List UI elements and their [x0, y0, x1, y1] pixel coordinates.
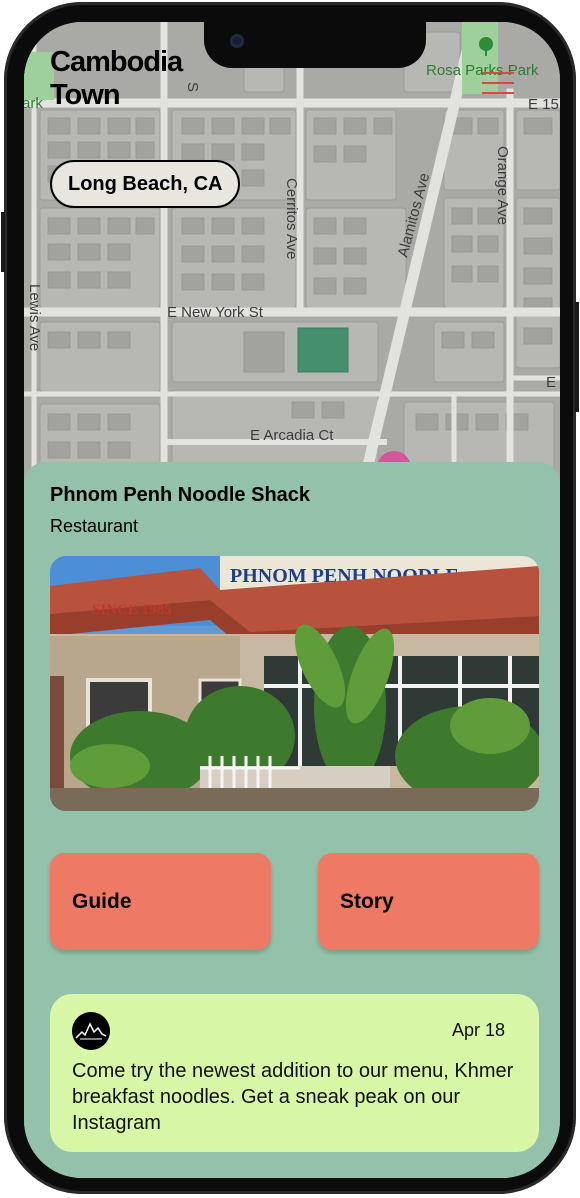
place-category: Restaurant	[50, 516, 139, 536]
notch	[204, 22, 426, 68]
map-label-lewis: Lewis Ave	[26, 284, 43, 351]
map-label-e15: E 15	[528, 96, 559, 113]
side-button	[575, 302, 579, 412]
map-label-new-york: E New York St	[167, 304, 264, 321]
post-card[interactable]: Apr 18 Come try the newest addition to o…	[50, 994, 539, 1152]
side-button	[1, 212, 5, 272]
avatar	[72, 1012, 110, 1050]
map-label-edge-e: E	[546, 374, 556, 391]
location-pill[interactable]: Long Beach, CA	[50, 160, 241, 208]
place-photo[interactable]: PHNOM PENH NOODLE SINCE 1985	[50, 556, 539, 811]
map-label-cerritos: Cerritos Ave	[283, 178, 300, 259]
place-name: Phnom Penh Noodle Shack	[50, 484, 311, 506]
map-label-orange: Orange Ave	[494, 146, 511, 225]
phone-frame: Rosa Parks Park ark E 15 Cerritos Ave Al…	[1, 2, 579, 1194]
guide-button[interactable]: Guide	[50, 853, 271, 950]
map-label-arcadia: E Arcadia Ct	[250, 427, 334, 444]
post-date: Apr 18	[451, 1020, 505, 1040]
photo-since-text: SINCE 1985	[92, 602, 172, 618]
map-label-park-left: ark	[24, 95, 43, 112]
camera-icon	[230, 34, 244, 48]
plaza-area	[297, 327, 349, 373]
screen: Rosa Parks Park ark E 15 Cerritos Ave Al…	[24, 22, 560, 1178]
story-button[interactable]: Story	[318, 853, 539, 950]
menu-icon[interactable]	[482, 72, 514, 94]
place-sheet: Phnom Penh Noodle Shack Restaurant PHNOM…	[24, 462, 560, 1178]
post-text: Come try the newest addition to our menu…	[72, 1060, 514, 1134]
